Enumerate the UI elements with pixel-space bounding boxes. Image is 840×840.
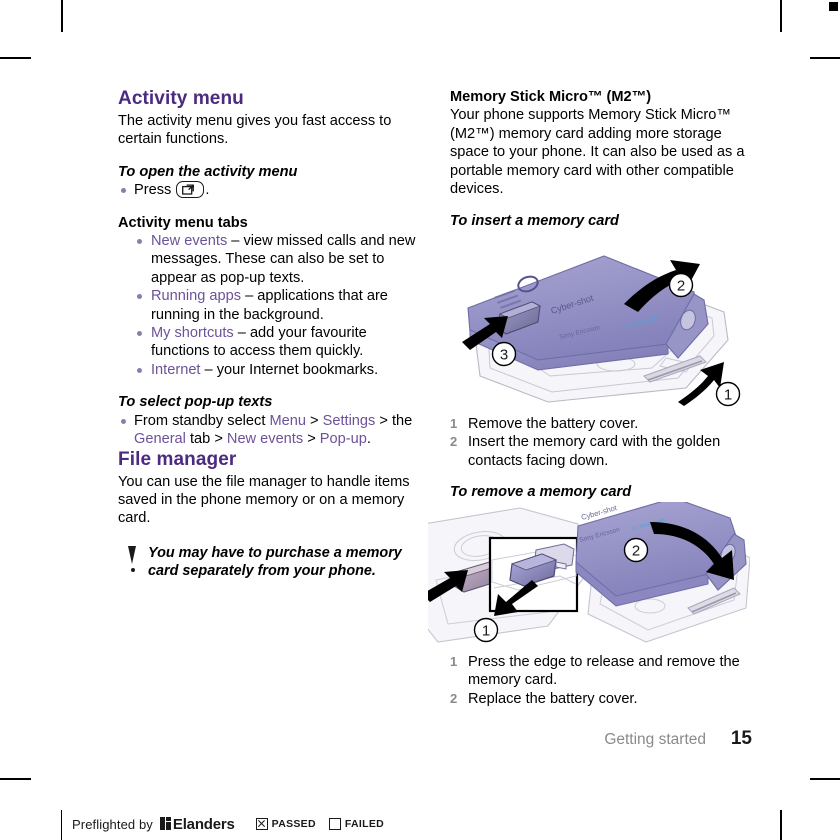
running-footer: Getting started 15 [450, 728, 752, 750]
popup-step-t2: > [305, 412, 323, 429]
svg-text:1: 1 [724, 387, 732, 404]
svg-text:3: 3 [500, 347, 508, 364]
preflight-footer: Preflighted by Elanders PASSED FAILED [61, 808, 384, 840]
activity-menu-tabs-list: New events – view missed calls and new m… [134, 232, 420, 379]
step-text: Insert the memory card with the golden c… [468, 434, 721, 469]
activity-menu-intro: The activity menu gives you fast access … [118, 113, 392, 148]
preflight-passed-checkbox[interactable]: PASSED [255, 818, 316, 830]
note-text: You may have to purchase a memory card s… [148, 544, 402, 580]
link-internet[interactable]: Internet [151, 362, 201, 378]
step-number: 2 [450, 434, 458, 450]
elanders-label: Elanders [172, 815, 235, 833]
phone-remove-card-replace-cover-illustration: 1 Cyber-shot Sony Ericsson 3.2 mega pixe… [428, 502, 750, 648]
running-footer-label: Getting started [604, 731, 706, 748]
step-text: Replace the battery cover. [468, 690, 638, 707]
subhead-open-activity-menu: To open the activity menu [118, 163, 298, 180]
link-my-shortcuts[interactable]: My shortcuts [151, 325, 234, 341]
popup-step-t5: > [303, 431, 320, 448]
note-purchase-memory-card: You may have to purchase a memory card s… [118, 544, 420, 581]
press-suffix: . [205, 182, 210, 199]
select-popup-texts-list: From standby select Menu > Settings > th… [118, 412, 420, 449]
page-number: 15 [730, 728, 752, 749]
exclamation-icon [128, 545, 137, 574]
activity-menu-key-icon [176, 181, 205, 199]
link-settings[interactable]: Settings [323, 413, 376, 429]
right-column: Memory Stick Micro™ (M2™) Your phone sup… [450, 88, 752, 231]
popup-step-t3: > the [375, 412, 413, 429]
list-item-text: – your Internet bookmarks. [200, 361, 379, 378]
list-item: My shortcuts – add your favourite functi… [134, 324, 420, 361]
manual-page: Activity menu The activity menu gives yo… [0, 0, 840, 840]
list-item: 1 Remove the battery cover. [450, 415, 752, 433]
insert-memory-card-steps: 1 Remove the battery cover. 2 Insert the… [450, 415, 752, 470]
file-manager-body: You can use the file manager to handle i… [118, 473, 410, 527]
popup-step-t6: . [366, 431, 371, 448]
subhead-select-popup-texts: To select pop-up texts [118, 394, 273, 411]
preflighted-by-label: Preflighted by [72, 816, 153, 832]
list-item: 2 Insert the memory card with the golden… [450, 433, 752, 470]
memory-stick-body: Your phone supports Memory Stick Micro™ … [450, 107, 745, 198]
popup-step-t1: From standby select [134, 412, 270, 429]
popup-step-t4: tab > [185, 431, 227, 448]
link-menu[interactable]: Menu [269, 413, 306, 429]
checkbox-unchecked-icon [328, 818, 341, 830]
minihead-memory-stick-micro: Memory Stick Micro™ (M2™) [450, 89, 652, 105]
list-item: Running apps – applications that are run… [134, 287, 420, 324]
failed-label: FAILED [344, 818, 385, 830]
list-item: Press . [118, 181, 420, 199]
minihead-activity-menu-tabs: Activity menu tabs [118, 214, 248, 231]
link-new-events[interactable]: New events [151, 233, 227, 249]
step-text: Remove the battery cover. [468, 416, 639, 432]
link-pop-up[interactable]: Pop-up [320, 431, 367, 447]
list-item: New events – view missed calls and new m… [134, 232, 420, 287]
open-activity-menu-list: Press . [118, 181, 420, 199]
elanders-logo-icon [159, 816, 171, 830]
step-text: Press the edge to release and remove the… [468, 654, 740, 689]
link-running-apps[interactable]: Running apps [151, 288, 241, 304]
list-item: 2 Replace the battery cover. [450, 690, 752, 708]
page-title-file-manager: File manager [118, 448, 237, 470]
list-item: From standby select Menu > Settings > th… [118, 412, 420, 449]
subhead-insert-memory-card: To insert a memory card [450, 213, 619, 230]
link-general-tab[interactable]: General [134, 431, 186, 447]
preflight-failed-checkbox[interactable]: FAILED [328, 818, 385, 830]
press-label: Press [134, 182, 172, 199]
elanders-brand: Elanders [159, 815, 235, 833]
svg-text:1: 1 [482, 623, 490, 640]
list-item: Internet – your Internet bookmarks. [134, 361, 420, 379]
link-new-events-setting[interactable]: New events [227, 431, 303, 447]
checkbox-checked-icon [255, 818, 268, 830]
step-number: 2 [450, 690, 458, 706]
svg-text:2: 2 [632, 543, 640, 560]
subhead-remove-memory-card: To remove a memory card [450, 484, 632, 501]
svg-text:2: 2 [677, 278, 685, 295]
left-column: Activity menu The activity menu gives yo… [118, 88, 420, 581]
phone-battery-cover-insert-card-illustration: Cyber-shot Sony Ericsson 3.2 mega pixels… [428, 236, 744, 412]
passed-label: PASSED [271, 818, 316, 830]
page-title-activity-menu: Activity menu [118, 88, 244, 109]
list-item: 1 Press the edge to release and remove t… [450, 653, 752, 690]
step-number: 1 [450, 416, 458, 431]
remove-memory-card-steps: 1 Press the edge to release and remove t… [450, 653, 752, 708]
step-number: 1 [450, 654, 458, 669]
